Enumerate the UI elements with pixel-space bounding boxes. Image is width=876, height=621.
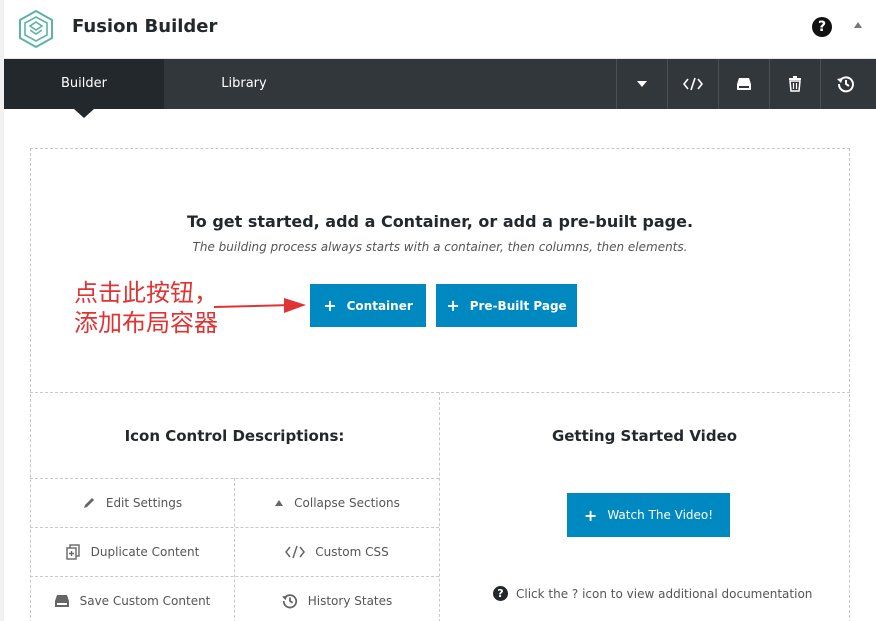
save-custom-content-label: Save Custom Content [79,594,211,608]
icon-description-item: Edit Settings [30,479,234,527]
add-prebuilt-page-label: Pre-Built Page [469,298,567,313]
fusion-logo-icon [19,9,53,49]
question-circle-icon: ? [493,586,508,601]
add-prebuilt-page-button[interactable]: + Pre-Built Page [436,284,577,327]
documentation-hint: ? Click the ? icon to view additional do… [493,586,812,601]
icon-description-item: Duplicate Content [30,528,234,576]
annotation-line-2: 添加布局容器 [74,309,218,337]
code-icon [683,77,703,91]
save-icon [54,594,70,608]
plus-icon: + [583,505,598,525]
icon-description-item: History States [235,577,439,621]
red-annotation: 点击此按钮， 添加布局容器 [74,278,218,338]
collapse-triangle-icon[interactable] [854,22,862,28]
custom-css-label: Custom CSS [315,545,389,559]
collapse-sections-label: Collapse Sections [294,496,400,510]
tab-builder[interactable]: Builder [4,59,164,118]
add-container-button[interactable]: + Container [310,284,426,327]
edit-settings-label: Edit Settings [105,496,183,510]
annotation-arrow-icon [214,298,306,313]
save-icon [737,78,751,90]
video-section-title: Getting Started Video [551,427,738,445]
history-icon [281,593,298,609]
tab-library[interactable]: Library [164,59,324,109]
icon-description-item: Collapse Sections [235,479,439,527]
documentation-hint-text: Click the ? icon to view additional docu… [516,586,813,601]
builder-toolbar: Builder Library [4,59,876,118]
icon-descriptions-title: Icon Control Descriptions: [124,427,345,445]
intro-heading: To get started, add a Container, or add … [186,212,694,231]
icon-description-item: Save Custom Content [30,577,234,621]
code-icon [285,545,306,559]
toolbar-history-button[interactable] [820,59,871,109]
question-circle-icon[interactable]: ? [812,17,832,37]
plus-icon: + [323,296,337,315]
watch-video-label: Watch The Video! [607,508,714,522]
annotation-line-1: 点击此按钮， [74,279,218,307]
history-states-label: History States [307,594,393,608]
intro-subheading: The building process always starts with … [192,240,688,254]
icon-description-item: Custom CSS [235,528,439,576]
toolbar-custom-css-button[interactable] [667,59,718,109]
toolbar-dropdown-button[interactable] [616,59,667,109]
duplicate-content-label: Duplicate Content [90,545,200,559]
toolbar-delete-button[interactable] [769,59,820,109]
pencil-icon [82,496,96,510]
watch-video-button[interactable]: + Watch The Video! [567,493,730,537]
toolbar-save-button[interactable] [718,59,769,109]
duplicate-icon [65,544,81,560]
fusion-builder-panel: Fusion Builder ? Builder Library To get … [4,0,876,621]
dropdown-caret-icon [637,81,647,87]
plus-icon: + [446,296,460,315]
builder-header: Fusion Builder ? [4,0,876,59]
section-divider [30,392,850,393]
builder-title: Fusion Builder [72,16,218,37]
add-container-label: Container [346,298,413,313]
trash-icon [789,76,801,92]
triangle-up-icon [274,499,284,507]
history-icon [837,76,854,93]
